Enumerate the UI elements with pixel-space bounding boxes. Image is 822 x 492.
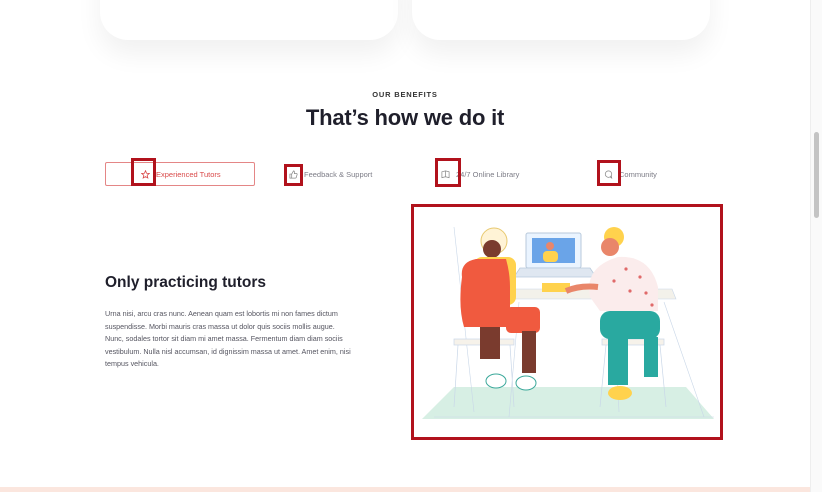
highlight-box-tab-2-icon: [284, 164, 303, 186]
next-section-band: [0, 487, 810, 492]
feature-description: Urna nisi, arcu cras nunc. Aenean quam e…: [105, 309, 351, 368]
tab-label: 24/7 Online Library: [456, 169, 520, 179]
section-eyebrow: OUR BENEFITS: [372, 90, 438, 99]
scrollbar-thumb[interactable]: [814, 132, 819, 218]
tab-label: Experienced Tutors: [156, 169, 221, 179]
highlight-box-tab-3-icon: [435, 158, 461, 187]
tab-label: Feedback & Support: [304, 169, 373, 179]
feature-title: Only practicing tutors: [105, 274, 267, 291]
top-cards-area: [0, 0, 822, 60]
tab-label: Community: [619, 169, 657, 179]
vertical-scrollbar[interactable]: [810, 0, 822, 492]
highlight-box-illustration: [411, 204, 723, 440]
highlight-box-tab-4-icon: [597, 160, 621, 186]
highlight-box-tab-1-icon: [131, 158, 156, 186]
section-heading: That’s how we do it: [305, 105, 505, 130]
card-bottom-left: [100, 0, 398, 40]
tab-experienced-tutors[interactable]: Experienced Tutors: [105, 162, 255, 186]
card-bottom-right: [412, 0, 710, 40]
